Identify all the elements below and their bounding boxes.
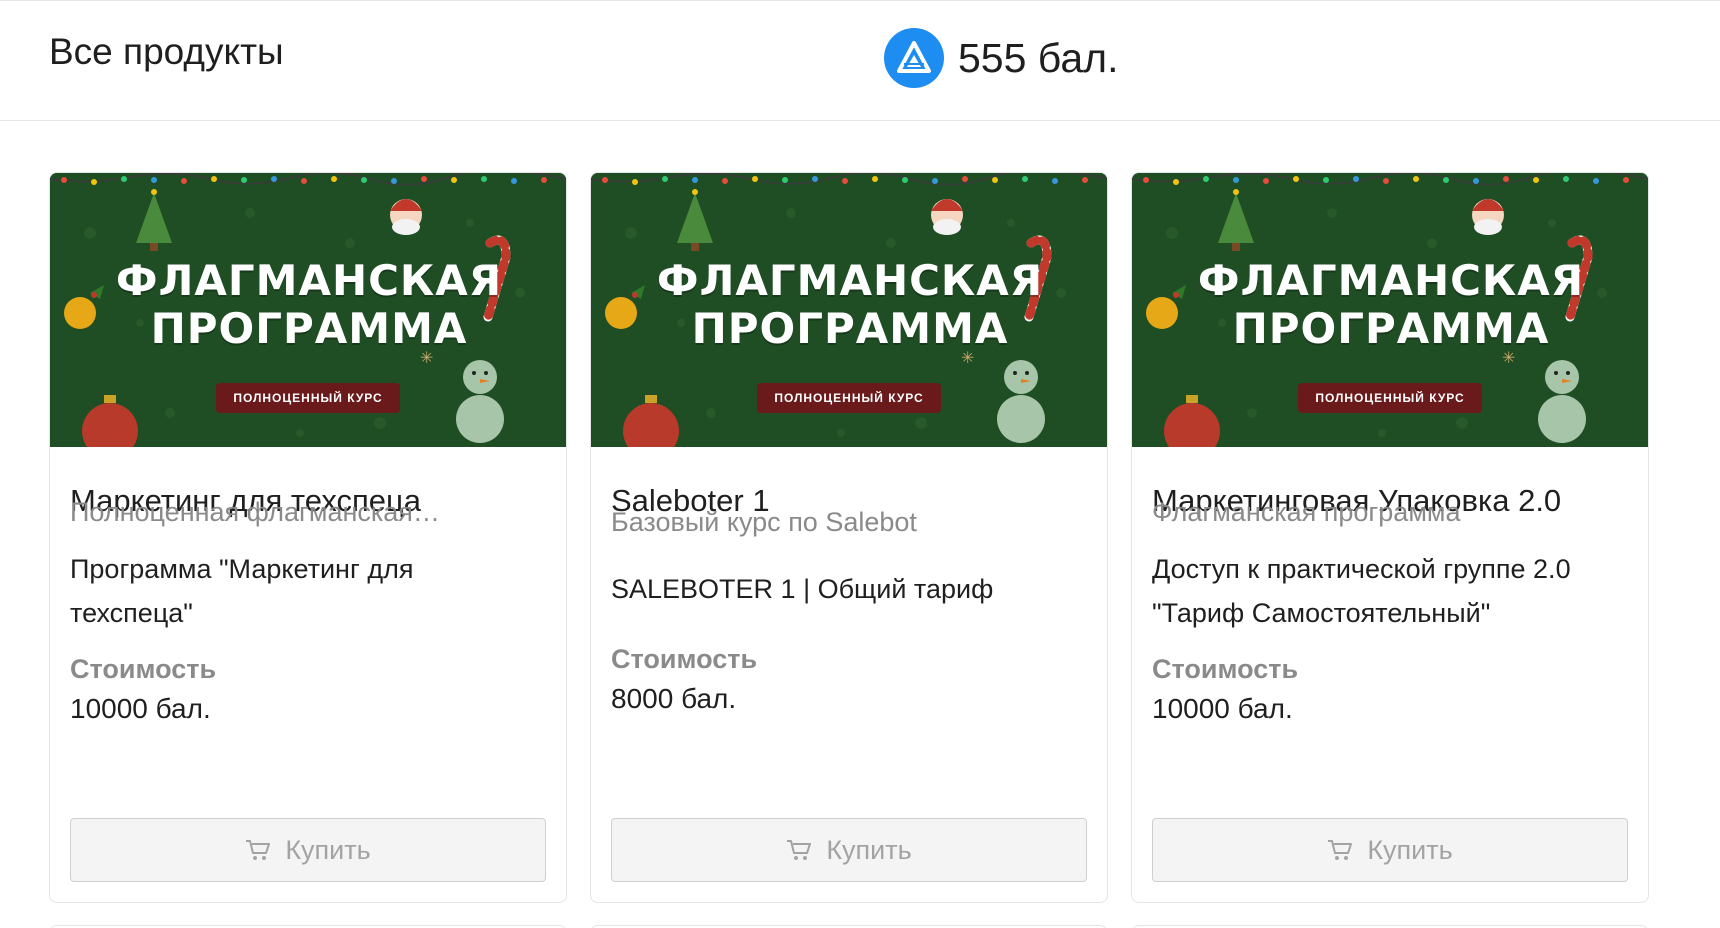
cart-icon [1327, 838, 1353, 862]
banner-badge: ПОЛНОЦЕННЫЙ КУРС [216, 383, 400, 413]
product-subtitle: Флагманская программа [1152, 497, 1461, 527]
banner-title-line-2: ПРОГРАММА [1232, 304, 1550, 353]
product-subtitle: Полноценная флагманская… [70, 497, 440, 527]
price-value: 8000 бал. [611, 683, 737, 714]
cart-icon [245, 838, 271, 862]
price-label: Стоимость [70, 654, 217, 684]
buy-button-label: Купить [826, 834, 912, 865]
product-card[interactable]: ✳ ФЛАГМАНСКАЯ ПРОГРАММА ПОЛНОЦЕННЫЙ КУРС… [590, 172, 1108, 903]
price-label: Стоимость [1152, 654, 1299, 684]
buy-button-label: Купить [1367, 834, 1453, 865]
buy-button-label: Купить [285, 834, 371, 865]
buy-button[interactable]: Купить [70, 818, 546, 882]
banner-title-line-2: ПРОГРАММА [691, 304, 1009, 353]
cart-icon [786, 838, 812, 862]
balance-display: 555 бал. [884, 28, 1118, 88]
balance-value: 555 бал. [958, 34, 1119, 81]
banner-title-line-1: ФЛАГМАНСКАЯ [1197, 256, 1585, 305]
triangle-logo-icon [884, 28, 944, 88]
product-description: Программа "Маркетинг для техспеца" [70, 554, 414, 628]
product-banner: ✳ ФЛАГМАНСКАЯ ПРОГРАММА ПОЛНОЦЕННЫЙ КУРС [1132, 173, 1648, 447]
price-label: Стоимость [611, 644, 758, 674]
banner-title-line-1: ФЛАГМАНСКАЯ [115, 256, 503, 305]
buy-button[interactable]: Купить [611, 818, 1087, 882]
page-title: Все продукты [49, 31, 284, 72]
product-description: Доступ к практической группе 2.0 "Тариф … [1152, 554, 1571, 628]
product-banner: ✳ ФЛАГМАНСКАЯ ПРОГРАММА ПОЛНОЦЕННЫЙ КУРС [591, 173, 1107, 447]
product-card[interactable]: ✳ ФЛАГМАНСКАЯ ПРОГРАММА ПОЛНОЦЕННЫЙ КУРС… [1131, 172, 1649, 903]
product-description: SALEBOTER 1 | Общий тариф [611, 574, 994, 604]
banner-badge: ПОЛНОЦЕННЫЙ КУРС [1298, 383, 1482, 413]
banner-title-line-1: ФЛАГМАНСКАЯ [656, 256, 1044, 305]
price-value: 10000 бал. [1152, 693, 1293, 724]
banner-badge: ПОЛНОЦЕННЫЙ КУРС [757, 383, 941, 413]
top-bar: Все продукты 555 бал. [0, 0, 1720, 121]
buy-button[interactable]: Купить [1152, 818, 1628, 882]
product-card[interactable]: ✳ ФЛАГМАНСКАЯ ПРОГРАММА ПОЛНОЦЕННЫЙ КУРС… [49, 172, 567, 903]
product-subtitle: Базовый курс по Salebot [611, 507, 917, 537]
product-banner: ✳ ФЛАГМАНСКАЯ ПРОГРАММА ПОЛНОЦЕННЫЙ КУРС [50, 173, 566, 447]
price-value: 10000 бал. [70, 693, 211, 724]
banner-title-line-2: ПРОГРАММА [150, 304, 468, 353]
